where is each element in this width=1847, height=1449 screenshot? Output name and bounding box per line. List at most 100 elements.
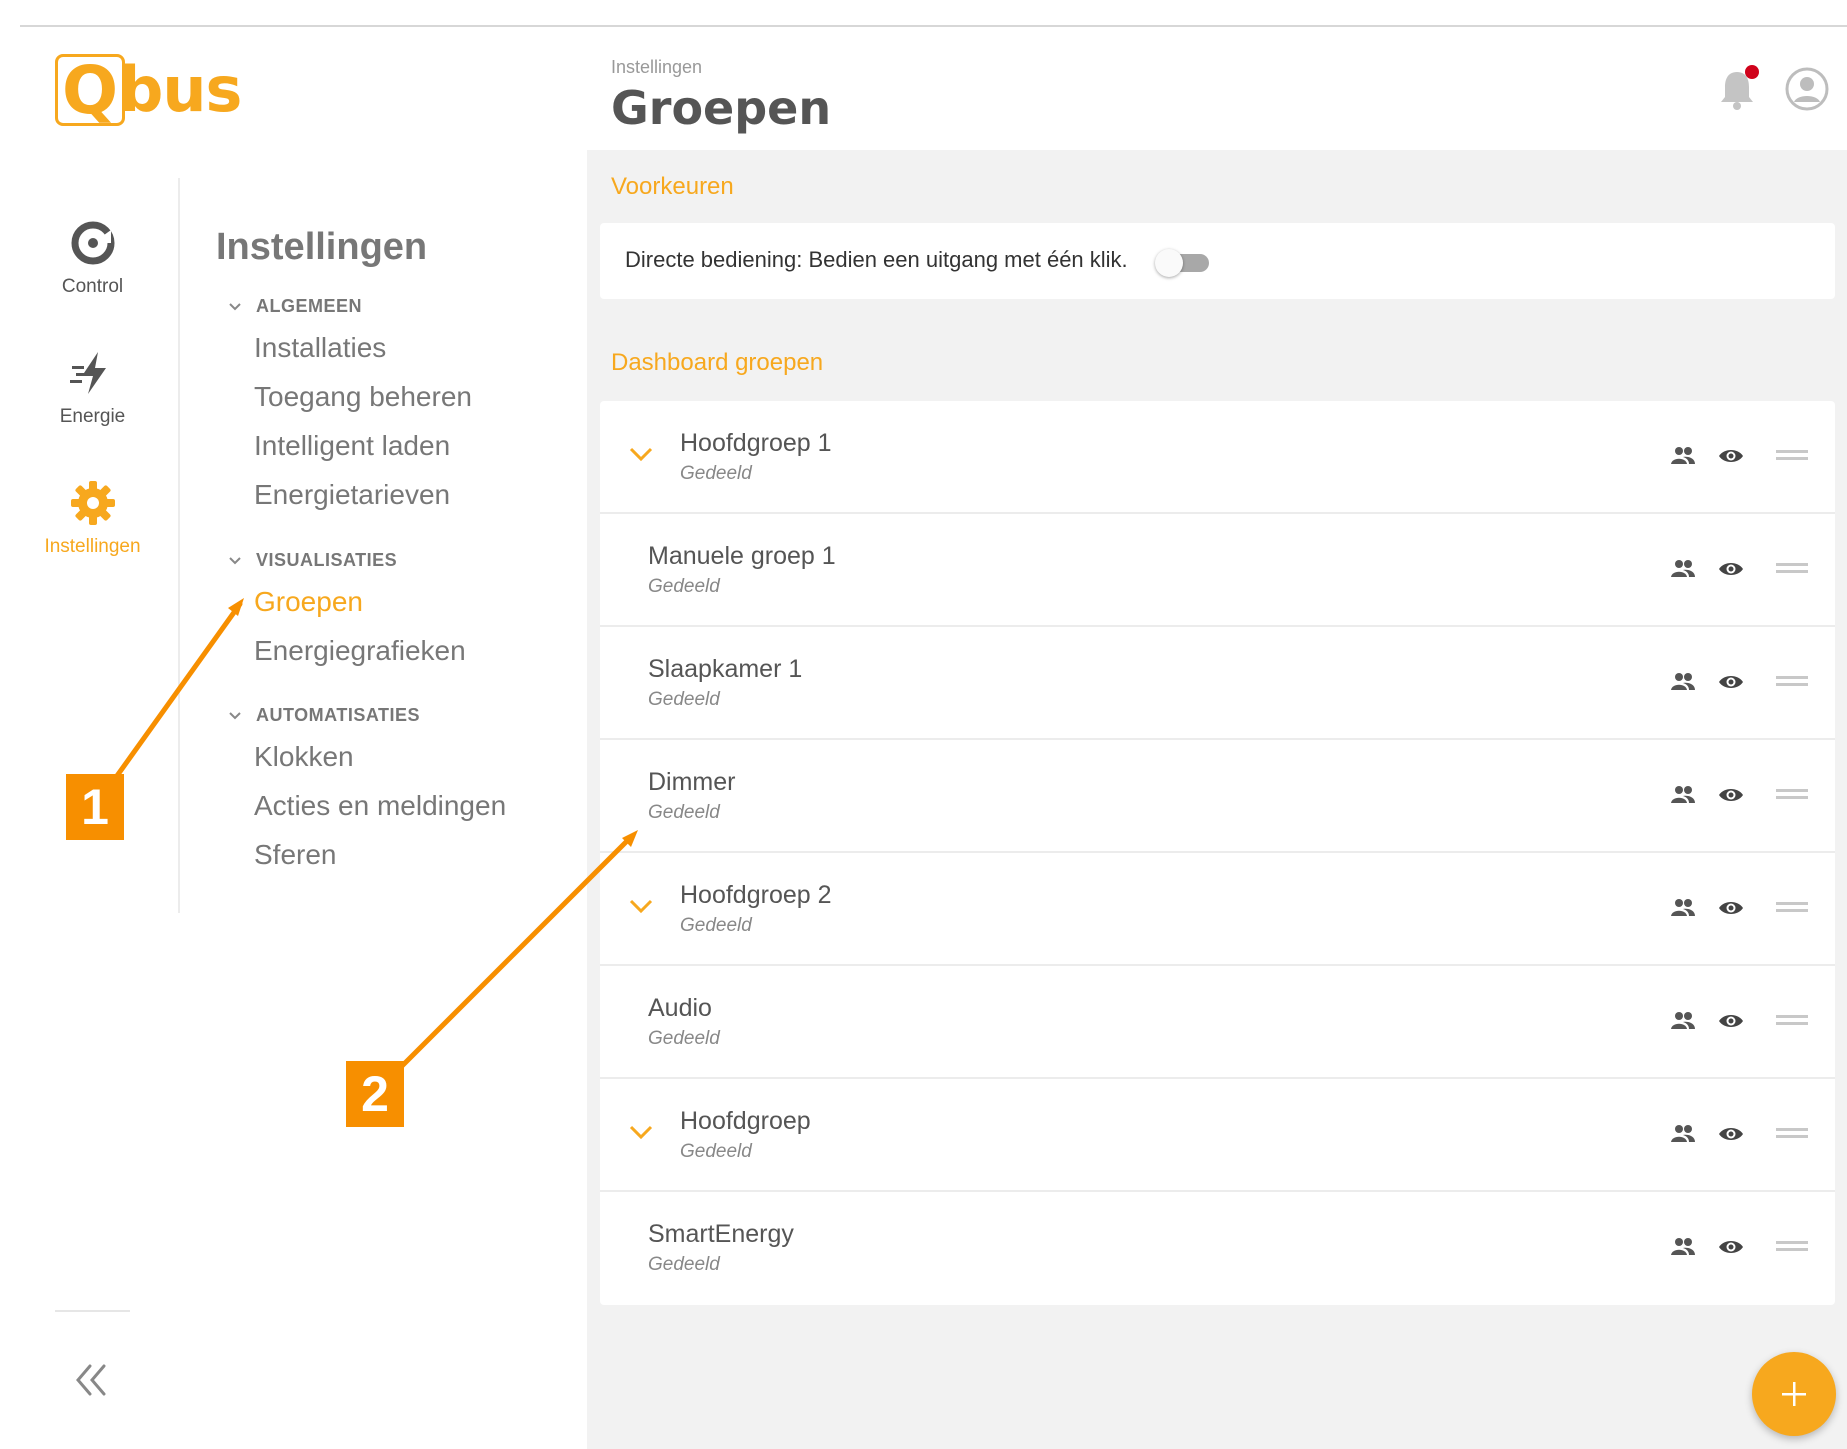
drag-handle-icon[interactable] — [1776, 560, 1808, 576]
callout-arrow-1 — [111, 601, 243, 783]
nav-item-klokken[interactable]: Klokken — [254, 741, 354, 773]
nav-item-energietarieven[interactable]: Energietarieven — [254, 479, 450, 511]
breadcrumb[interactable]: Instellingen — [611, 57, 702, 78]
group-row-smartenergy[interactable]: SmartEnergy Gedeeld — [600, 1192, 1835, 1305]
shared-users-icon[interactable] — [1670, 445, 1696, 467]
group-name: Manuele groep 1 — [648, 542, 836, 570]
nav-item-intelligent-laden[interactable]: Intelligent laden — [254, 430, 450, 462]
visibility-eye-icon[interactable] — [1718, 558, 1744, 580]
nav-section-visualisaties[interactable]: VISUALISATIES — [228, 550, 397, 571]
nav-item-energiegrafieken[interactable]: Energiegrafieken — [254, 635, 466, 667]
control-icon — [71, 221, 114, 265]
nav-item-installaties[interactable]: Installaties — [254, 332, 386, 364]
nav-section-label: AUTOMATISATIES — [256, 705, 420, 725]
chevron-down-icon — [229, 711, 241, 719]
group-name: SmartEnergy — [648, 1220, 794, 1248]
chevron-down-icon[interactable] — [628, 897, 654, 915]
sidebar-divider — [178, 178, 180, 913]
group-name: Slaapkamer 1 — [648, 655, 803, 683]
group-status: Gedeeld — [680, 463, 752, 484]
nav-item-groepen[interactable]: Groepen — [254, 586, 363, 618]
shared-users-icon[interactable] — [1670, 897, 1696, 919]
rail-item-energy[interactable]: Energie — [25, 348, 160, 428]
energy-icon — [69, 352, 106, 394]
chevron-down-icon — [229, 556, 241, 564]
direct-control-label: Directe bediening: Bedien een uitgang me… — [625, 247, 1128, 272]
dashboard-groups-list: Hoofdgroep 1 Gedeeld Manuele groep 1 Ged… — [600, 401, 1835, 1305]
user-account-icon[interactable] — [1785, 67, 1829, 111]
nav-section-automatisaties[interactable]: AUTOMATISATIES — [228, 705, 420, 726]
logo-letter: Q — [62, 51, 119, 129]
group-status: Gedeeld — [648, 576, 720, 597]
chevron-down-icon[interactable] — [628, 445, 654, 463]
nav-item-toegang-beheren[interactable]: Toegang beheren — [254, 381, 472, 413]
drag-handle-icon[interactable] — [1776, 786, 1808, 802]
group-row-dimmer[interactable]: Dimmer Gedeeld — [600, 740, 1835, 853]
plus-icon — [1782, 1382, 1806, 1406]
group-name: Hoofdgroep 1 — [680, 429, 832, 457]
shared-users-icon[interactable] — [1670, 1010, 1696, 1032]
rail-item-settings[interactable]: Instellingen — [25, 478, 160, 558]
group-name: Dimmer — [648, 768, 736, 796]
group-status: Gedeeld — [648, 689, 720, 710]
chevron-down-icon — [229, 302, 241, 310]
visibility-eye-icon[interactable] — [1718, 784, 1744, 806]
drag-handle-icon[interactable] — [1776, 1238, 1808, 1254]
page-header: Instellingen Groepen — [587, 27, 1847, 150]
logo-mark: Q — [55, 51, 125, 129]
settings-nav-title: Instellingen — [216, 226, 428, 268]
qbus-logo: Q bus — [55, 51, 242, 129]
add-group-button[interactable] — [1752, 1352, 1836, 1436]
gear-icon — [70, 481, 115, 525]
nav-section-algemeen[interactable]: ALGEMEEN — [228, 296, 362, 317]
visibility-eye-icon[interactable] — [1718, 671, 1744, 693]
group-status: Gedeeld — [648, 1028, 720, 1049]
group-row-hoofdgroep-1[interactable]: Hoofdgroep 1 Gedeeld — [600, 401, 1835, 514]
collapse-sidebar-icon[interactable] — [70, 1358, 115, 1403]
visibility-eye-icon[interactable] — [1718, 1236, 1744, 1258]
group-row-hoofdgroep-2[interactable]: Hoofdgroep 2 Gedeeld — [600, 853, 1835, 966]
shared-users-icon[interactable] — [1670, 1236, 1696, 1258]
rail-item-label: Control — [61, 276, 124, 297]
chevron-down-icon[interactable] — [628, 1123, 654, 1141]
visibility-eye-icon[interactable] — [1718, 897, 1744, 919]
visibility-eye-icon[interactable] — [1718, 445, 1744, 467]
group-row-hoofdgroep[interactable]: Hoofdgroep Gedeeld — [600, 1079, 1835, 1192]
drag-handle-icon[interactable] — [1776, 1125, 1808, 1141]
rail-item-label: Energie — [59, 406, 126, 427]
group-row-slaapkamer-1[interactable]: Slaapkamer 1 Gedeeld — [600, 627, 1835, 740]
drag-handle-icon[interactable] — [1776, 447, 1808, 463]
toggle-knob — [1155, 249, 1183, 277]
group-status: Gedeeld — [680, 915, 752, 936]
visibility-eye-icon[interactable] — [1718, 1123, 1744, 1145]
shared-users-icon[interactable] — [1670, 1123, 1696, 1145]
nav-item-sferen[interactable]: Sferen — [254, 839, 337, 871]
preferences-card: Directe bediening: Bedien een uitgang me… — [600, 223, 1835, 299]
group-row-manuele-groep-1[interactable]: Manuele groep 1 Gedeeld — [600, 514, 1835, 627]
rail-item-control[interactable]: Control — [25, 218, 160, 298]
shared-users-icon[interactable] — [1670, 671, 1696, 693]
nav-item-acties-en-meldingen[interactable]: Acties en meldingen — [254, 790, 506, 822]
callout-arrowhead-1 — [228, 598, 244, 616]
page-title: Groepen — [611, 81, 832, 135]
callout-badge-1: 1 — [66, 774, 124, 840]
drag-handle-icon[interactable] — [1776, 673, 1808, 689]
group-status: Gedeeld — [680, 1141, 752, 1162]
nav-section-label: VISUALISATIES — [256, 550, 398, 570]
group-row-audio[interactable]: Audio Gedeeld — [600, 966, 1835, 1079]
nav-section-label: ALGEMEEN — [256, 296, 363, 316]
drag-handle-icon[interactable] — [1776, 1012, 1808, 1028]
drag-handle-icon[interactable] — [1776, 899, 1808, 915]
rail-divider — [55, 1310, 130, 1312]
visibility-eye-icon[interactable] — [1718, 1010, 1744, 1032]
direct-control-toggle[interactable] — [1155, 249, 1211, 277]
rail-item-label: Instellingen — [44, 536, 141, 557]
shared-users-icon[interactable] — [1670, 784, 1696, 806]
preferences-section-title: Voorkeuren — [611, 173, 734, 200]
group-status: Gedeeld — [648, 1254, 720, 1275]
notification-badge — [1745, 65, 1759, 79]
group-name: Hoofdgroep 2 — [680, 881, 832, 909]
group-name: Hoofdgroep — [680, 1107, 811, 1135]
shared-users-icon[interactable] — [1670, 558, 1696, 580]
group-status: Gedeeld — [648, 802, 720, 823]
